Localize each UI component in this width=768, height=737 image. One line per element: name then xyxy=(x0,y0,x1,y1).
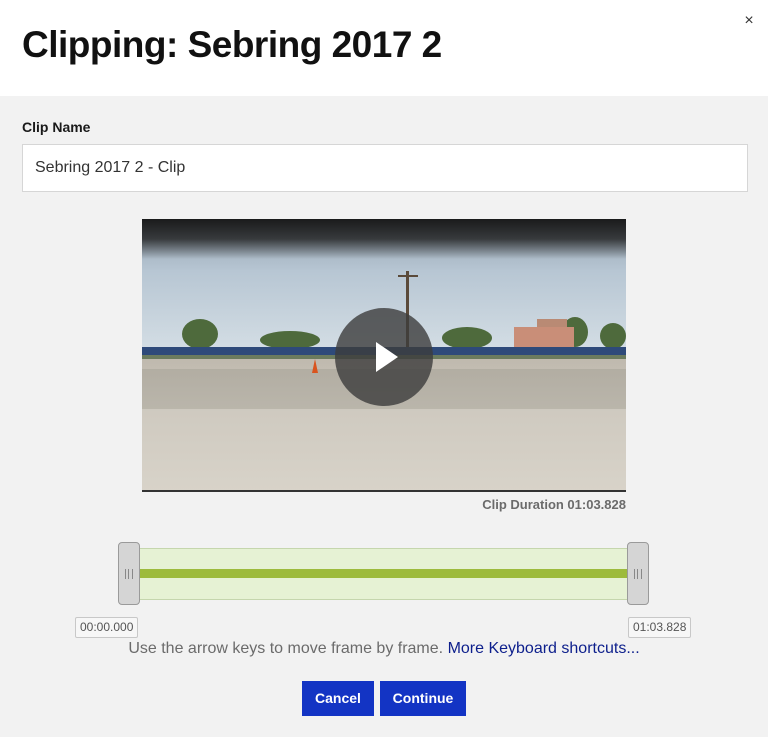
close-icon[interactable]: × xyxy=(738,10,760,32)
grip-icon xyxy=(125,569,133,579)
dialog-title: Clipping: Sebring 2017 2 xyxy=(22,24,442,65)
video-frame-cone xyxy=(312,359,318,373)
video-frame-pole xyxy=(398,275,418,277)
video-frame-tree xyxy=(600,323,626,349)
play-icon xyxy=(376,342,398,372)
keyboard-hint: Use the arrow keys to move frame by fram… xyxy=(0,640,768,658)
start-time-label: 00:00.000 xyxy=(75,617,139,638)
video-player[interactable] xyxy=(142,219,626,492)
video-frame-tree xyxy=(182,319,218,349)
dialog-header: Clipping: Sebring 2017 2 × xyxy=(0,0,768,96)
clip-name-label: Clip Name xyxy=(22,119,91,135)
clip-range-selection[interactable] xyxy=(139,548,629,600)
clip-range-bar xyxy=(140,569,628,578)
end-time-label: 01:03.828 xyxy=(628,617,692,638)
clip-name-input[interactable] xyxy=(22,144,748,192)
range-start-handle[interactable] xyxy=(118,542,140,605)
play-button[interactable] xyxy=(335,308,433,406)
grip-icon xyxy=(634,569,642,579)
clip-duration: Clip Duration 01:03.828 xyxy=(482,497,626,512)
keyboard-hint-text: Use the arrow keys to move frame by fram… xyxy=(128,640,444,657)
continue-button[interactable]: Continue xyxy=(380,681,466,716)
video-top-gradient xyxy=(142,219,626,259)
range-end-handle[interactable] xyxy=(627,542,649,605)
keyboard-shortcuts-link[interactable]: More Keyboard shortcuts... xyxy=(448,640,640,657)
video-frame-tree xyxy=(442,327,492,349)
cancel-button[interactable]: Cancel xyxy=(302,681,374,716)
video-bottom-edge xyxy=(142,490,626,492)
